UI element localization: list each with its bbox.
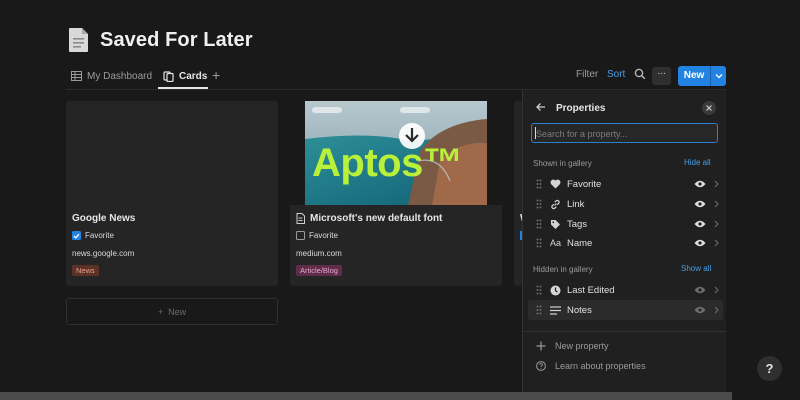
add-card-button[interactable]: + New (66, 298, 278, 325)
tab-label: My Dashboard (87, 70, 153, 82)
text-type-icon: Aa (550, 238, 562, 248)
tag-icon (550, 219, 567, 230)
shown-section-label: Shown in gallery (533, 159, 592, 168)
eye-icon[interactable] (691, 239, 709, 247)
chevron-right-icon[interactable] (709, 200, 723, 208)
learn-properties-link[interactable]: Learn about properties (536, 361, 646, 371)
gallery-card[interactable]: Google News Favorite news.google.com New… (66, 101, 278, 286)
chevron-right-icon[interactable] (709, 306, 723, 314)
gallery-card[interactable]: W (514, 101, 522, 286)
tag-badge: News (72, 265, 99, 276)
lines-icon (550, 305, 567, 315)
plus-icon (536, 341, 546, 351)
search-input[interactable] (532, 125, 717, 143)
property-name: Favorite (567, 178, 602, 190)
table-icon (71, 71, 82, 81)
drag-handle-icon[interactable] (528, 219, 550, 229)
card-title: Google News (72, 213, 136, 224)
eye-icon[interactable] (691, 200, 709, 208)
chevron-right-icon[interactable] (709, 239, 723, 247)
more-options-button[interactable]: ··· (652, 67, 671, 85)
card-title: Microsoft's new default font (296, 213, 442, 224)
property-name: Last Edited (567, 284, 615, 296)
eye-icon[interactable] (691, 180, 709, 188)
help-circle-icon (536, 361, 546, 371)
drag-handle-icon[interactable] (528, 285, 550, 295)
chevron-right-icon[interactable] (709, 180, 723, 188)
drag-handle-icon[interactable] (528, 305, 550, 315)
back-arrow-icon[interactable] (535, 101, 547, 113)
plus-icon: + (157, 306, 164, 317)
checkbox-unchecked[interactable] (296, 231, 305, 240)
new-button[interactable]: New (678, 66, 726, 86)
property-row-tags[interactable]: Tags (528, 214, 723, 234)
help-button[interactable]: ? (757, 356, 782, 381)
page-icon (296, 213, 305, 224)
favorite-checkbox[interactable]: Favorite (72, 231, 114, 240)
hidden-section-label: Hidden in gallery (533, 265, 593, 274)
tab-label: Cards (179, 70, 208, 82)
card-url[interactable]: medium.com (296, 249, 342, 258)
drag-handle-icon[interactable] (528, 199, 550, 209)
page-icon[interactable] (68, 27, 90, 53)
card-cover: Aptos™ (290, 101, 502, 205)
drag-handle-icon[interactable] (528, 179, 550, 189)
favorite-checkbox[interactable]: Favorite (296, 231, 338, 240)
new-button-label[interactable]: New (678, 66, 711, 86)
gallery-card[interactable]: Aptos™ Microsoft's new default font Favo… (290, 101, 502, 286)
checkbox-checked[interactable] (72, 231, 81, 240)
chevron-right-icon[interactable] (709, 286, 723, 294)
property-name: Name (567, 237, 593, 249)
tab-cards[interactable]: Cards (163, 66, 207, 86)
clock-icon (550, 285, 567, 296)
chevron-down-icon[interactable] (711, 73, 726, 79)
hide-all-button[interactable]: Hide all (684, 158, 711, 167)
divider (523, 331, 726, 332)
eye-icon[interactable] (691, 306, 709, 314)
property-row-last-edited[interactable]: Last Edited (528, 280, 723, 300)
gallery-icon (163, 70, 174, 82)
heart-icon (550, 179, 567, 189)
cover-text: Aptos™ (312, 141, 463, 185)
link-icon (550, 199, 567, 210)
add-view-button[interactable]: + (212, 67, 220, 83)
property-row-link[interactable]: Link (528, 194, 723, 214)
close-icon[interactable] (702, 101, 716, 115)
eye-icon[interactable] (691, 286, 709, 294)
horizontal-scrollbar[interactable] (0, 392, 732, 400)
property-name: Link (567, 198, 585, 210)
card-url[interactable]: news.google.com (72, 249, 134, 258)
property-row-favorite[interactable]: Favorite (528, 174, 723, 194)
tag-badge: Article/Blog (296, 265, 342, 276)
property-search-input[interactable] (531, 123, 718, 143)
property-name: Notes (567, 304, 592, 316)
card-cover (66, 101, 278, 205)
new-property-button[interactable]: New property (536, 341, 609, 351)
property-row-notes[interactable]: Notes (528, 300, 723, 320)
eye-icon[interactable] (691, 220, 709, 228)
property-name: Tags (567, 218, 588, 230)
search-icon[interactable] (634, 68, 646, 80)
tab-my-dashboard[interactable]: My Dashboard (71, 66, 152, 86)
chevron-right-icon[interactable] (709, 220, 723, 228)
page-title: Saved For Later (100, 29, 253, 51)
panel-title: Properties (556, 103, 606, 114)
sort-button[interactable]: Sort (607, 69, 625, 80)
show-all-button[interactable]: Show all (681, 264, 711, 273)
property-row-name[interactable]: Aa Name (528, 233, 723, 253)
filter-button[interactable]: Filter (576, 69, 598, 80)
text-cursor (535, 127, 536, 139)
drag-handle-icon[interactable] (528, 238, 550, 248)
